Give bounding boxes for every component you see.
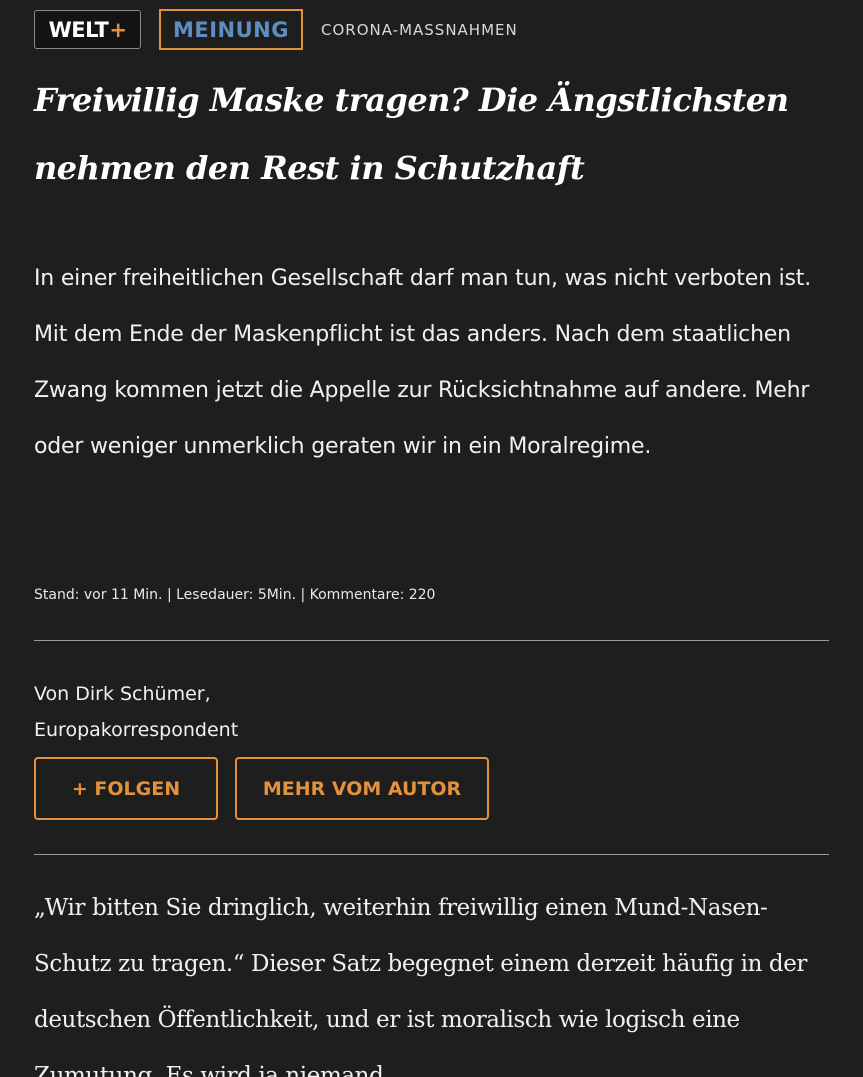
author-role: Europakorrespondent — [34, 719, 239, 741]
topic-kicker[interactable]: CORONA-MASSNAHMEN — [321, 21, 518, 39]
tag-row: WELT + MEINUNG CORONA-MASSNAHMEN — [34, 9, 518, 50]
author-block: Von Dirk Schümer, Europakorrespondent — [34, 676, 238, 748]
article-intro: In einer freiheitlichen Gesellschaft dar… — [34, 266, 811, 459]
opinion-badge: MEINUNG — [159, 9, 303, 50]
author-name[interactable]: Von Dirk Schümer, — [34, 676, 238, 712]
more-from-author-button[interactable]: MEHR VOM AUTOR — [235, 757, 489, 820]
logo-text: WELT — [48, 17, 109, 42]
author-actions: + FOLGEN MEHR VOM AUTOR — [34, 757, 489, 820]
article-body: „Wir bitten Sie dringlich, weiterhin fre… — [34, 895, 808, 1077]
divider — [34, 640, 829, 641]
logo-plus: + — [109, 17, 127, 42]
article-meta: Stand: vor 11 Min. | Lesedauer: 5Min. | … — [34, 587, 436, 603]
follow-button[interactable]: + FOLGEN — [34, 757, 218, 820]
article-page: WELT + MEINUNG CORONA-MASSNAHMEN Freiwill… — [0, 0, 863, 1077]
article-headline: Freiwillig Maske tragen? Die Ängstlichst… — [34, 81, 789, 187]
divider — [34, 854, 829, 855]
welt-plus-logo[interactable]: WELT + — [34, 10, 141, 49]
